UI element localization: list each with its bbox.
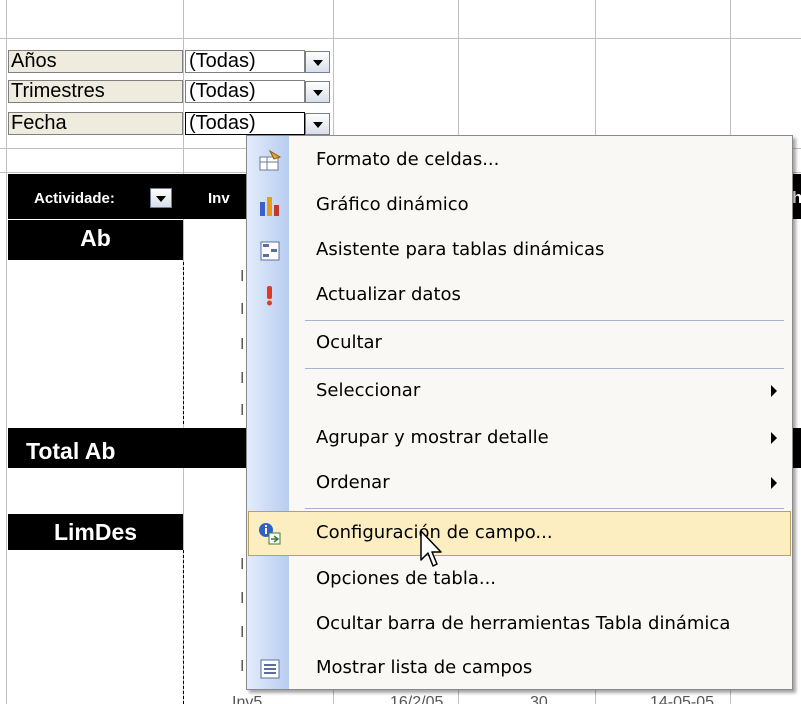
menu-item-table-options[interactable]: Opciones de tabla... (248, 557, 791, 602)
menu-item-label: Agrupar y mostrar detalle (316, 427, 549, 448)
refresh-exclamation-icon (258, 284, 282, 308)
chevron-down-icon (313, 122, 323, 128)
pivot-group-border (183, 550, 184, 704)
menu-item-label: Formato de celdas... (316, 149, 500, 170)
pivot-row-item-ab[interactable]: Ab (8, 220, 183, 260)
menu-item-label: Ordenar (316, 472, 390, 493)
menu-item-format-cells[interactable]: Formato de celdas... (248, 138, 791, 183)
pivot-chart-icon (258, 194, 282, 218)
menu-item-hide-pivot-toolbar[interactable]: Ocultar barra de herramientas Tabla diná… (248, 602, 791, 647)
column-line (6, 0, 7, 704)
page-field-label-trimestres[interactable]: Trimestres (8, 80, 183, 103)
menu-item-label: Mostrar lista de campos (316, 657, 533, 678)
page-field-value-fecha[interactable]: (Todas) (185, 112, 305, 135)
pivot-column-header-2[interactable]: Inv (208, 190, 230, 207)
menu-item-refresh-data[interactable]: Actualizar datos (248, 273, 791, 318)
pivot-column-header-right: h (792, 188, 801, 207)
submenu-arrow-icon (771, 477, 777, 489)
menu-item-label: Ocultar (316, 332, 382, 353)
chevron-down-icon (156, 196, 166, 202)
page-field-dropdown-fecha[interactable] (305, 113, 330, 135)
clipped-row-cell: 14-05-05 (650, 694, 715, 704)
page-field-dropdown-trimestres[interactable] (305, 81, 330, 103)
context-menu: Formato de celdas... Gráfico dinámico As… (246, 135, 793, 690)
menu-item-field-settings[interactable]: Configuración de campo... (248, 511, 791, 556)
chevron-down-icon (313, 60, 323, 66)
menu-item-label: Seleccionar (316, 380, 421, 401)
pivot-column-header[interactable]: Actividade: (34, 190, 115, 207)
pivot-wizard-icon (258, 239, 282, 263)
menu-item-label: Asistente para tablas dinámicas (316, 239, 605, 260)
menu-item-label: Ocultar barra de herramientas Tabla diná… (316, 613, 731, 634)
submenu-arrow-icon (771, 385, 777, 397)
page-field-dropdown-anos[interactable] (305, 51, 330, 73)
menu-item-sort[interactable]: Ordenar (248, 461, 791, 506)
pivot-row-item-limdes[interactable]: LimDes (8, 514, 183, 550)
menu-item-group-show-detail[interactable]: Agrupar y mostrar detalle (248, 416, 791, 461)
mouse-cursor-icon (420, 530, 442, 567)
menu-item-pivot-wizard[interactable]: Asistente para tablas dinámicas (248, 228, 791, 273)
menu-item-select[interactable]: Seleccionar (248, 369, 791, 414)
menu-item-show-field-list[interactable]: Mostrar lista de campos (248, 646, 791, 691)
page-field-label-anos[interactable]: Años (8, 50, 183, 73)
pivot-field-dropdown[interactable] (150, 188, 172, 208)
menu-item-label: Opciones de tabla... (316, 568, 497, 589)
menu-item-hide[interactable]: Ocultar (248, 321, 791, 366)
clipped-row-cell: Inv5 (232, 694, 263, 704)
menu-item-label: Gráfico dinámico (316, 194, 469, 215)
row-line (0, 38, 801, 39)
clipped-row-cell: 16/2/05 (390, 694, 444, 704)
format-cells-icon (258, 149, 282, 173)
submenu-arrow-icon (771, 432, 777, 444)
page-field-value-trimestres[interactable]: (Todas) (185, 80, 305, 103)
field-settings-icon (258, 522, 282, 546)
menu-item-label: Actualizar datos (316, 284, 461, 305)
menu-separator (305, 508, 784, 509)
field-list-icon (258, 657, 282, 681)
clipped-row-cell: 30 (530, 694, 548, 704)
menu-item-pivot-chart[interactable]: Gráfico dinámico (248, 183, 791, 228)
page-field-label-fecha[interactable]: Fecha (8, 112, 183, 135)
pivot-group-border (183, 262, 184, 424)
page-field-value-anos[interactable]: (Todas) (185, 50, 305, 73)
chevron-down-icon (313, 90, 323, 96)
